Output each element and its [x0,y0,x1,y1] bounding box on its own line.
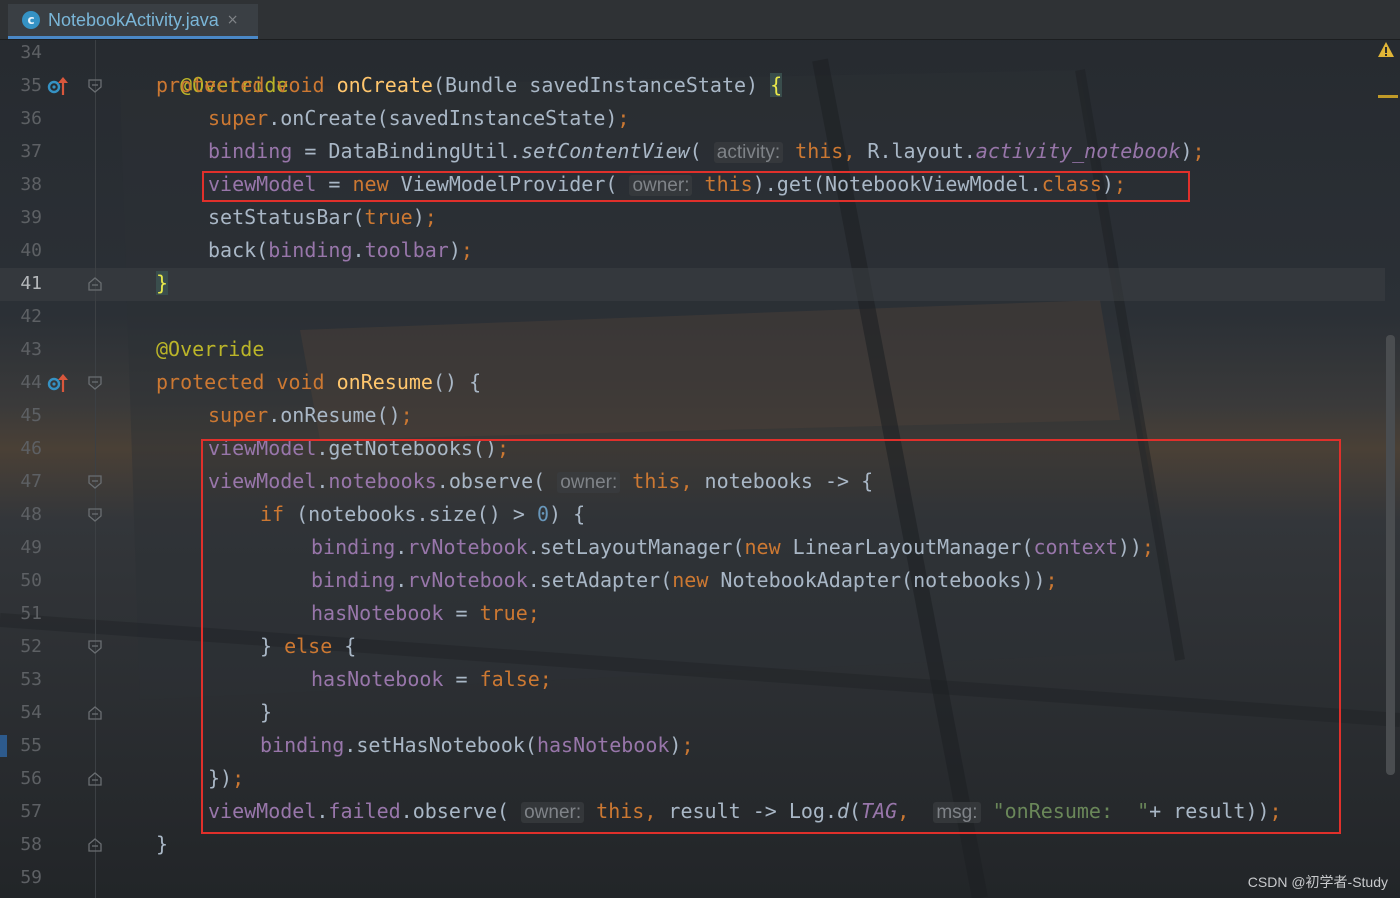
keyword: super [208,403,269,427]
warning-icon[interactable] [1377,41,1395,59]
fold-open-icon[interactable] [87,507,103,523]
line-number: 38 [20,174,42,195]
current-line-highlight [0,268,1385,301]
field: toolbar [364,238,449,262]
fold-close-icon[interactable] [87,276,103,292]
code-text: .onCreate(savedInstanceState) [268,106,618,130]
code-line-44[interactable]: protected void onResume() { [156,366,481,399]
tab-notebook-activity[interactable]: c NotebookActivity.java × [8,4,258,39]
semicolon: ; [617,106,630,130]
keyword: super [208,106,269,130]
code-text: R.layout. [855,139,976,163]
line-number: 59 [20,867,42,888]
line-number: 55 [20,735,42,756]
keyword: void [276,73,325,97]
parameter-hint: activity: [713,142,784,163]
gutter-divider [95,39,96,898]
line-number: 36 [20,108,42,129]
vertical-scrollbar[interactable] [1386,335,1395,775]
field: activity_notebook [975,139,1181,163]
line-number: 40 [20,240,42,261]
method-name: setContentView [521,139,690,163]
line-number: 35 [20,75,42,96]
code-text: } [156,832,169,856]
line-number: 43 [20,339,42,360]
matched-brace: } [156,271,169,295]
fold-open-icon[interactable] [87,474,103,490]
fold-open-icon[interactable] [87,78,103,94]
code-line-36[interactable]: super.onCreate(savedInstanceState); [208,102,629,135]
line-number: 52 [20,636,42,657]
code-text: .onResume() [268,403,401,427]
annotation: @Override [156,337,265,361]
warning-stripe-marker[interactable] [1378,95,1398,98]
line-number: 48 [20,504,42,525]
code-text: ) [1180,139,1193,163]
field: binding [208,139,293,163]
override-method-icon[interactable] [46,372,68,394]
code-text: (Bundle savedInstanceState) [432,73,771,97]
code-text: () { [432,370,482,394]
fold-close-icon[interactable] [87,837,103,853]
matched-brace: { [770,73,783,97]
code-line-37[interactable]: binding = DataBindingUtil.setContentView… [208,135,1205,168]
highlight-box-viewmodel-provider [202,171,1190,202]
keyword: protected [156,73,265,97]
code-line-40[interactable]: back(binding.toolbar); [208,234,473,267]
code-line-34[interactable]: @Override [156,36,288,97]
line-number: 42 [20,306,42,327]
line-number: 56 [20,768,42,789]
code-text: . [352,238,365,262]
line-number: 53 [20,669,42,690]
line-number: 47 [20,471,42,492]
fold-open-icon[interactable] [87,375,103,391]
keyword: true [364,205,413,229]
tab-title: NotebookActivity.java [48,9,219,30]
method-name: onResume [336,370,433,394]
line-number: 34 [20,42,42,63]
code-text: ) [448,238,461,262]
code-line-45[interactable]: super.onResume(); [208,399,413,432]
close-icon[interactable]: × [227,12,239,28]
line-number: 39 [20,207,42,228]
editor-tab-bar: c NotebookActivity.java × [0,0,1400,40]
fold-close-icon[interactable] [87,771,103,787]
semicolon: ; [424,205,437,229]
line-number: 37 [20,141,42,162]
code-text: ( [689,139,714,163]
method-name: onCreate [336,73,433,97]
line-number: 51 [20,603,42,624]
code-line-41[interactable]: } [156,267,169,300]
code-line-58[interactable]: } [156,828,168,861]
code-line-39[interactable]: setStatusBar(true); [208,201,437,234]
line-number: 46 [20,438,42,459]
code-line-35[interactable]: protected void onCreate(Bundle savedInst… [156,69,783,102]
keyword: this, [783,139,856,163]
keyword: void [276,370,325,394]
highlight-box-onresume-body [201,439,1341,834]
keyword: protected [156,370,265,394]
semicolon: ; [1192,139,1205,163]
fold-close-icon[interactable] [87,705,103,721]
line-number: 57 [20,801,42,822]
code-text: back( [208,238,269,262]
semicolon: ; [460,238,473,262]
line-number: 45 [20,405,42,426]
java-class-icon: c [22,11,40,29]
code-text: setStatusBar( [208,205,365,229]
watermark: CSDN @初学者-Study [1247,874,1388,890]
semicolon: ; [400,403,413,427]
fold-open-icon[interactable] [87,639,103,655]
override-method-icon[interactable] [46,75,68,97]
line-number: 44 [20,372,42,393]
code-text: = DataBindingUtil. [292,139,522,163]
line-number: 49 [20,537,42,558]
line-number: 50 [20,570,42,591]
line-number: 58 [20,834,42,855]
line-number-current: 41 [20,273,42,294]
code-line-43[interactable]: @Override [156,333,264,366]
field: binding [268,238,353,262]
line-number: 54 [20,702,42,723]
code-text: ) [412,205,425,229]
